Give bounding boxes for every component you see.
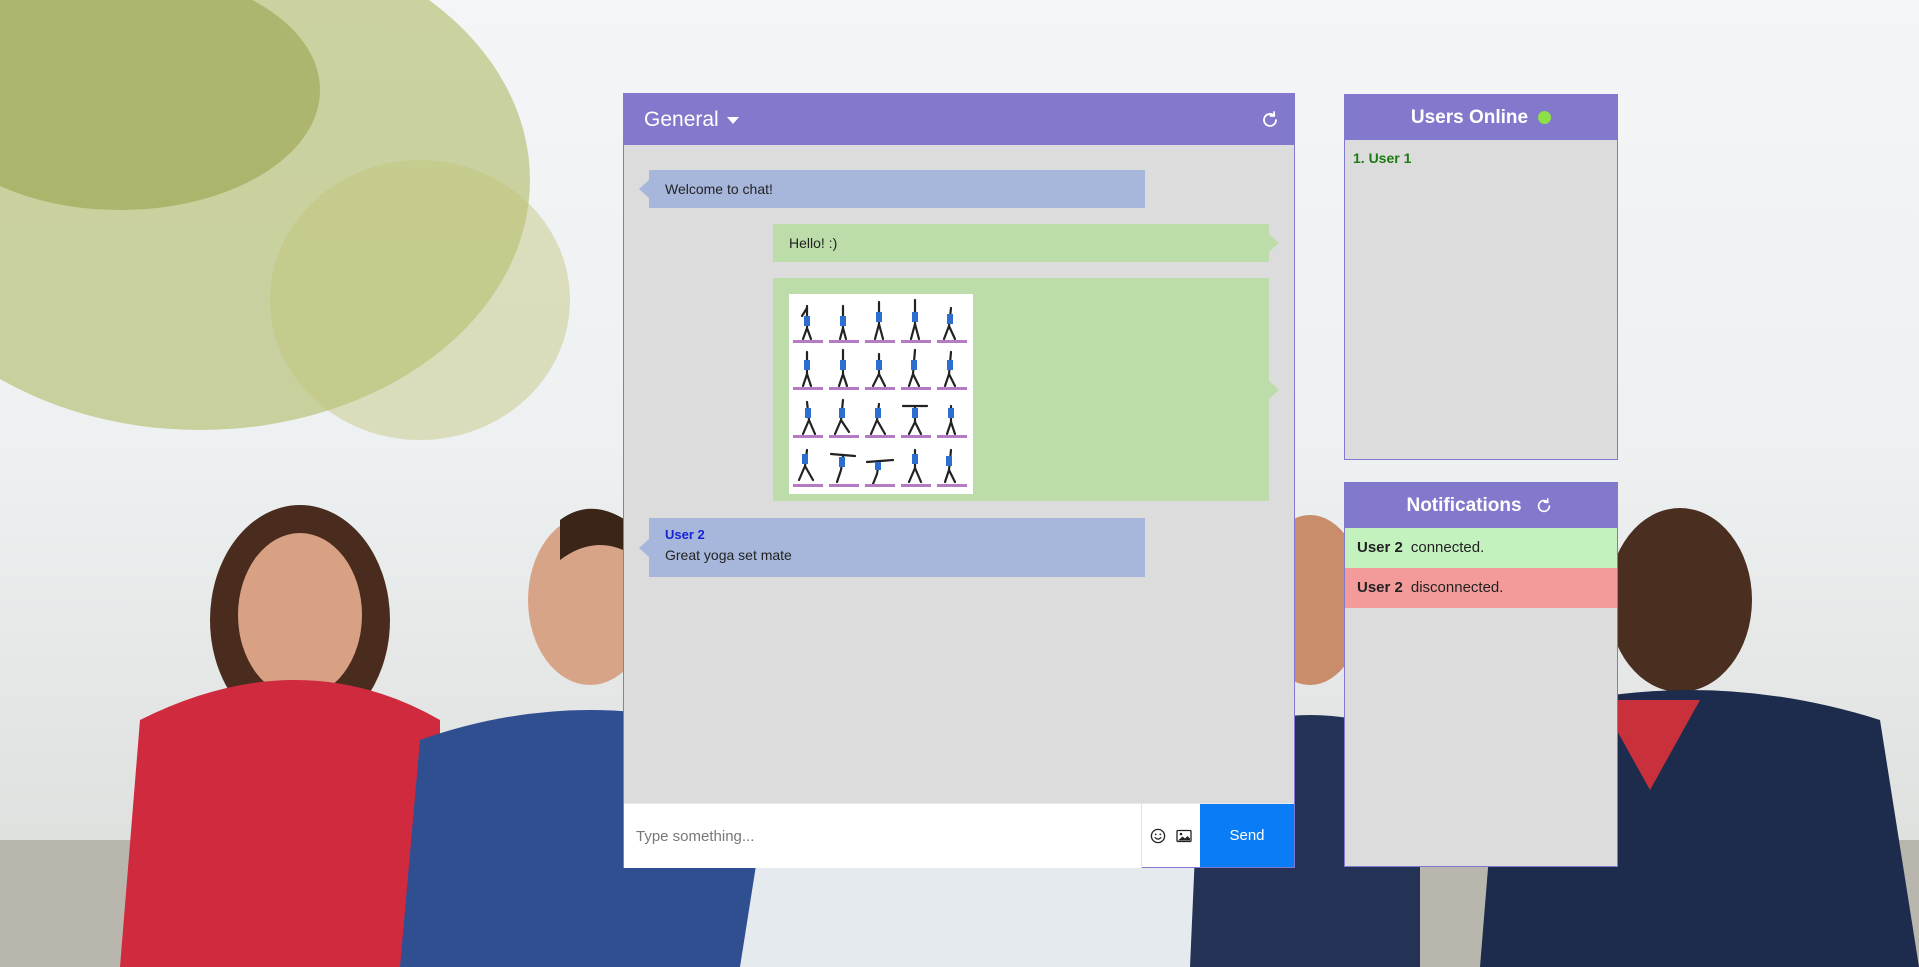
message-bubble-incoming: Welcome to chat! bbox=[639, 170, 1145, 208]
composer-tools bbox=[1142, 804, 1200, 867]
user-item[interactable]: 1. User 1 bbox=[1353, 150, 1609, 166]
chat-panel: General Welcome to chat! Hello! :) User … bbox=[623, 93, 1295, 868]
online-status-icon bbox=[1538, 111, 1552, 124]
caret-down-icon bbox=[726, 117, 739, 124]
notification-user: User 2 bbox=[1357, 539, 1403, 556]
users-online-title: Users Online bbox=[1410, 106, 1529, 128]
message-text: Welcome to chat! bbox=[665, 181, 773, 197]
refresh-icon[interactable] bbox=[1258, 108, 1282, 132]
message-composer: Send bbox=[624, 803, 1294, 868]
refresh-icon[interactable] bbox=[1532, 494, 1556, 518]
message-bubble-outgoing-image bbox=[773, 278, 1279, 501]
message-sender[interactable]: User 2 bbox=[665, 527, 1129, 542]
notifications-title: Notifications bbox=[1406, 494, 1522, 516]
users-online-panel: Users Online 1. User 1 bbox=[1344, 94, 1618, 460]
message-bubble-incoming: User 2 Great yoga set mate bbox=[639, 518, 1145, 577]
message-input[interactable] bbox=[624, 804, 1142, 868]
room-name: General bbox=[644, 107, 719, 131]
message-bubble-outgoing: Hello! :) bbox=[773, 224, 1279, 262]
users-online-header: Users Online bbox=[1345, 95, 1617, 140]
notification-item: User 2 connected. bbox=[1345, 528, 1617, 568]
message-list: Welcome to chat! Hello! :) User 2 Great … bbox=[624, 145, 1294, 803]
image-icon[interactable] bbox=[1175, 827, 1193, 845]
notifications-panel: Notifications User 2 connected. User 2 dis… bbox=[1344, 482, 1618, 867]
chat-header: General bbox=[624, 94, 1294, 145]
notification-text: disconnected. bbox=[1410, 579, 1504, 596]
notification-user: User 2 bbox=[1357, 579, 1403, 596]
notification-item: User 2 disconnected. bbox=[1345, 568, 1617, 608]
notifications-header: Notifications bbox=[1345, 483, 1617, 528]
message-text: Hello! :) bbox=[789, 235, 838, 251]
notification-text: connected. bbox=[1410, 539, 1485, 556]
user-list: 1. User 1 bbox=[1345, 140, 1617, 176]
message-text: Great yoga set mate bbox=[665, 547, 792, 563]
send-button[interactable]: Send bbox=[1200, 804, 1294, 867]
room-selector[interactable]: General bbox=[644, 108, 739, 132]
yoga-poses-image[interactable] bbox=[789, 294, 973, 494]
emoji-icon[interactable] bbox=[1149, 827, 1167, 845]
